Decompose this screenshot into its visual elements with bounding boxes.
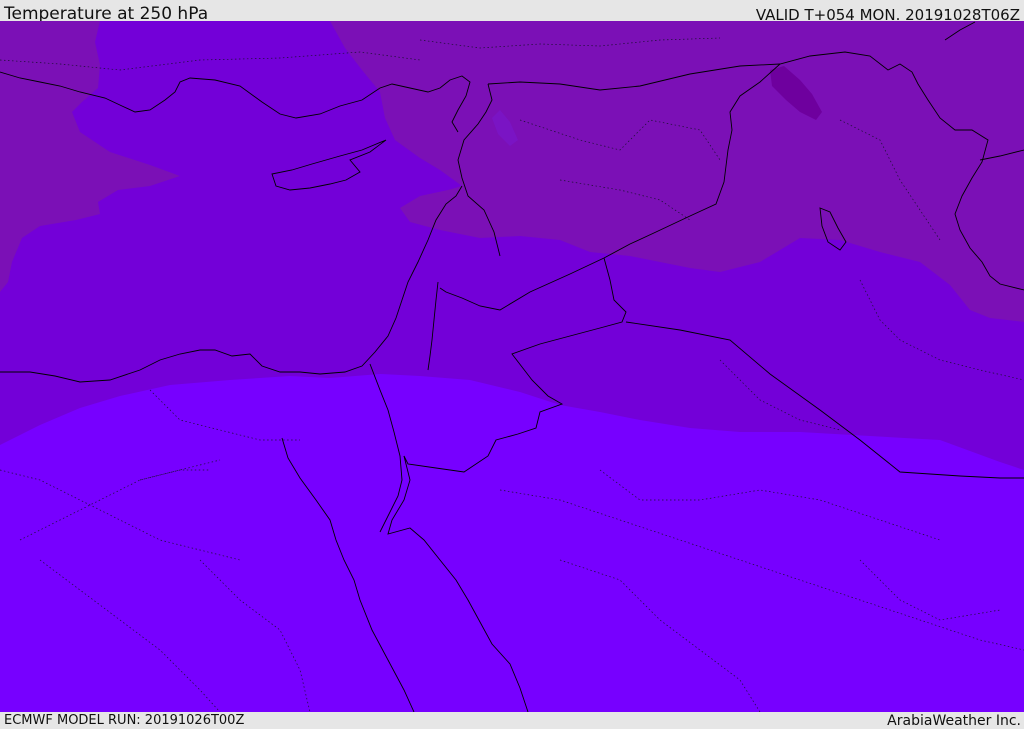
model-run-label: ECMWF MODEL RUN: 20191026T00Z	[4, 713, 245, 728]
credit-label: ArabiaWeather Inc.	[887, 713, 1021, 729]
map-canvas	[0, 21, 1024, 712]
footer-bar: ECMWF MODEL RUN: 20191026T00Z ArabiaWeat…	[0, 712, 1024, 729]
map-panel[interactable]	[0, 21, 1024, 712]
header-bar: Temperature at 250 hPa VALID T+054 MON. …	[0, 0, 1024, 24]
weather-map-frame: Temperature at 250 hPa VALID T+054 MON. …	[0, 0, 1024, 729]
